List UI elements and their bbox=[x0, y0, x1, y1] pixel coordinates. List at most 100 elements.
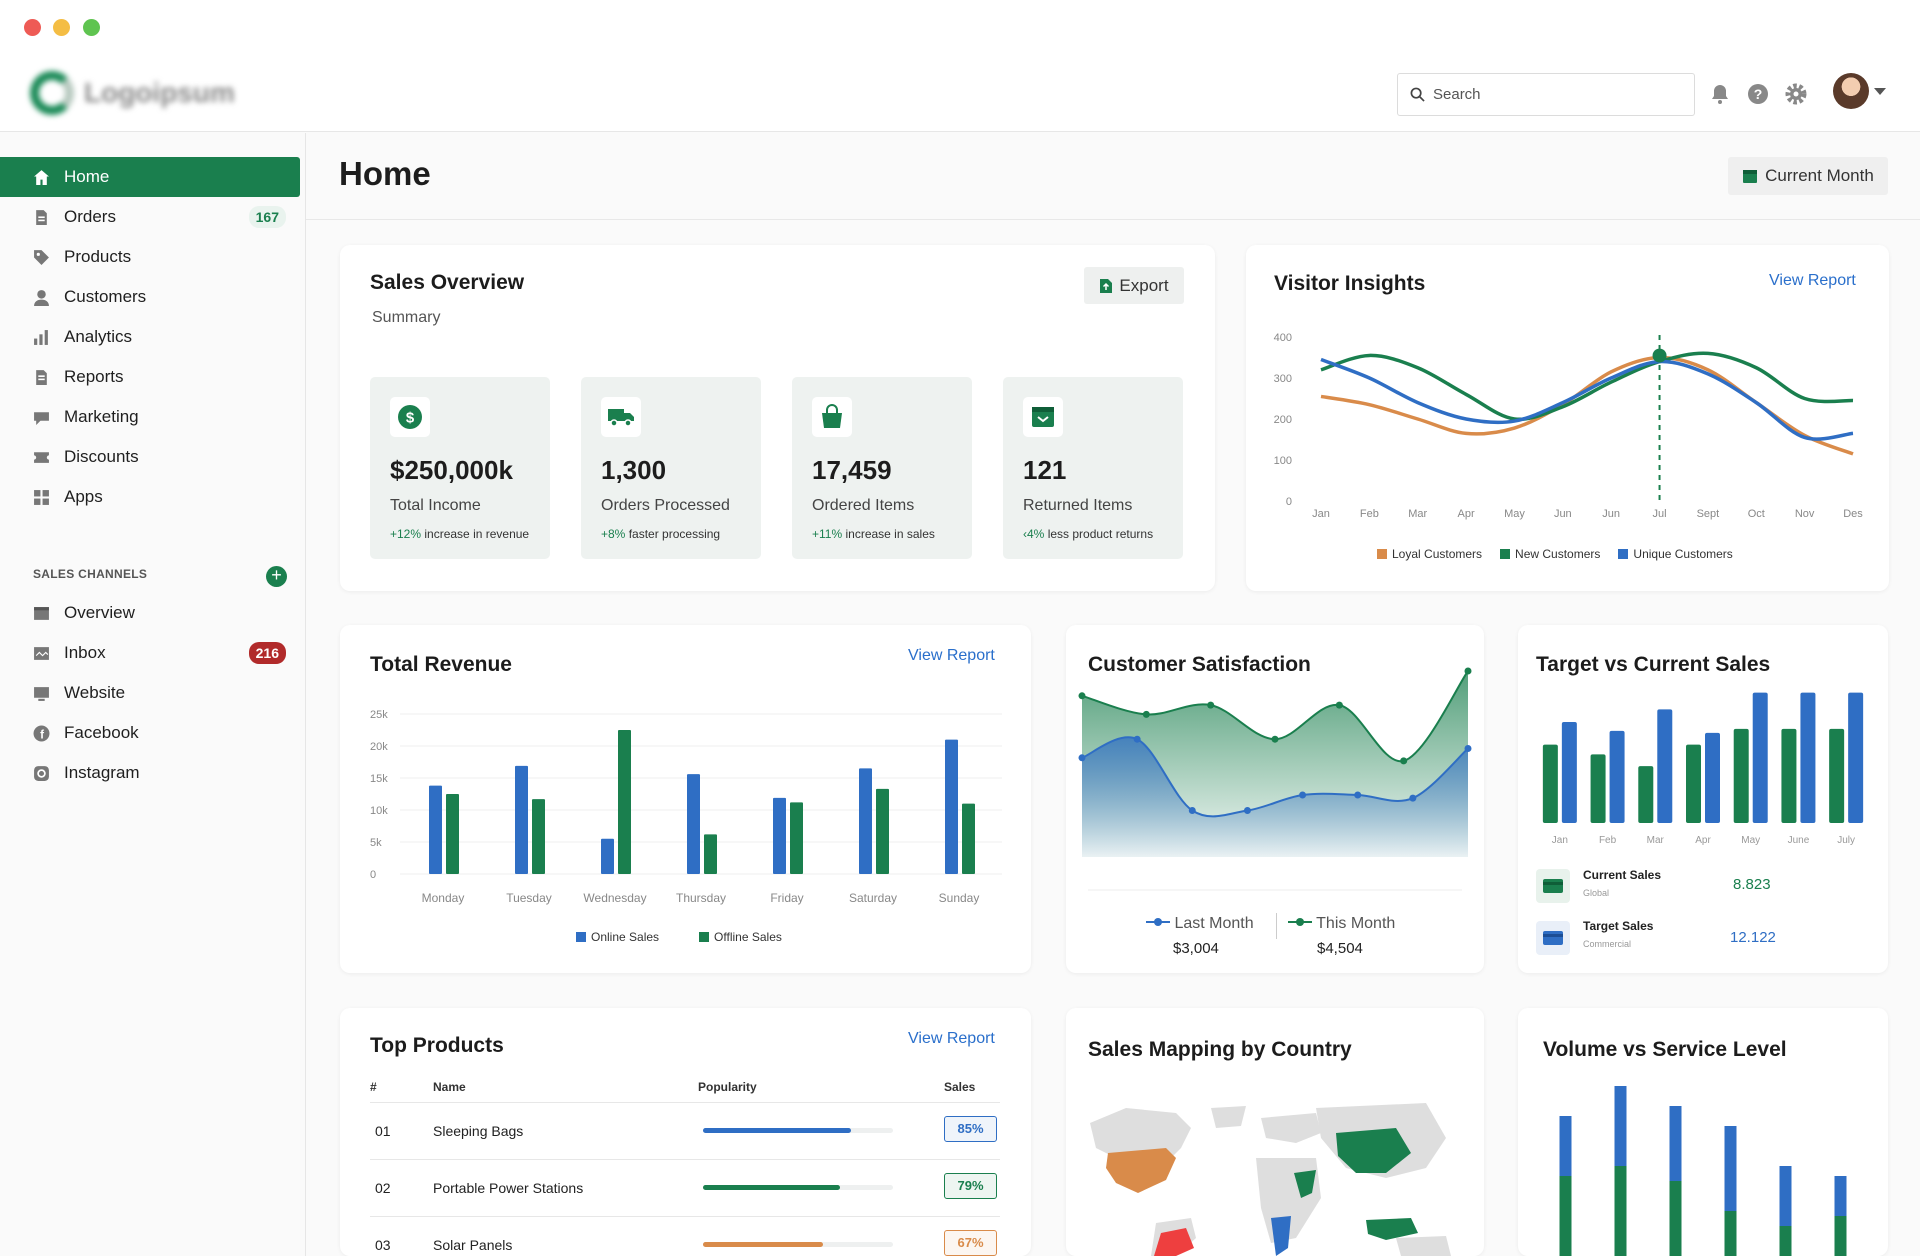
sidebar-item-discounts[interactable]: Discounts bbox=[0, 437, 300, 477]
sales-mapping-card: Sales Mapping by Country bbox=[1066, 1008, 1484, 1256]
top-products-card: Top Products View Report # Name Populari… bbox=[340, 1008, 1031, 1256]
sales-bar bbox=[1733, 728, 1749, 823]
sidebar-item-customers[interactable]: Customers bbox=[0, 277, 300, 317]
help-icon[interactable]: ? bbox=[1746, 82, 1770, 106]
sidebar-item-reports[interactable]: Reports bbox=[0, 357, 300, 397]
this-month-value: $4,504 bbox=[1317, 940, 1363, 957]
report-icon bbox=[36, 369, 47, 385]
column-header-sales: Sales bbox=[944, 1080, 976, 1094]
revenue-bar bbox=[532, 799, 545, 874]
sales-bar bbox=[1800, 692, 1816, 823]
series-line bbox=[1320, 357, 1854, 441]
line-marker-icon bbox=[1288, 918, 1312, 926]
sidebar-item-label: Analytics bbox=[64, 327, 133, 346]
y-tick-label: 300 bbox=[1274, 373, 1292, 385]
sidebar-item-orders[interactable]: Orders 167 bbox=[0, 197, 300, 237]
sidebar-item-label: Customers bbox=[64, 287, 147, 306]
search-input[interactable] bbox=[1433, 86, 1673, 103]
instagram-icon bbox=[34, 765, 49, 781]
kpi-note-text: increase in sales bbox=[845, 527, 935, 541]
map-landmass-greenland bbox=[1211, 1106, 1246, 1128]
last-month-label: Last Month bbox=[1174, 915, 1254, 932]
x-tick-label: Apr bbox=[1695, 835, 1711, 846]
popularity-bar-fill bbox=[703, 1185, 840, 1190]
sidebar-item-analytics[interactable]: Analytics bbox=[0, 317, 300, 357]
line-marker-icon bbox=[1146, 918, 1170, 926]
revenue-bar bbox=[876, 788, 889, 874]
sidebar-item-apps[interactable]: Apps bbox=[0, 477, 300, 517]
sidebar-item-marketing[interactable]: Marketing bbox=[0, 397, 300, 437]
close-window-button[interactable] bbox=[24, 19, 41, 36]
view-report-link[interactable]: View Report bbox=[908, 1030, 995, 1048]
data-point bbox=[1243, 807, 1251, 814]
sidebar-item-instagram[interactable]: Instagram bbox=[0, 753, 300, 793]
volume-service-chart bbox=[1559, 1086, 1847, 1256]
data-point bbox=[1464, 745, 1472, 752]
facebook-icon: f bbox=[33, 725, 50, 741]
bell-icon[interactable] bbox=[1708, 82, 1732, 106]
chevron-down-icon[interactable] bbox=[1874, 88, 1886, 95]
y-tick-label: 0 bbox=[1286, 496, 1292, 508]
table-row[interactable]: 03 Solar Panels 67% bbox=[370, 1216, 1000, 1256]
sidebar-item-overview[interactable]: Overview bbox=[0, 593, 300, 633]
sidebar-item-label: Overview bbox=[64, 603, 135, 622]
svg-text:$: $ bbox=[406, 410, 415, 427]
map-country-indonesia bbox=[1366, 1218, 1418, 1240]
shopping-bag-icon bbox=[812, 397, 852, 437]
x-tick-label: June bbox=[1788, 835, 1810, 846]
revenue-bar bbox=[790, 802, 803, 874]
add-channel-button[interactable]: + bbox=[266, 566, 287, 587]
window-titlebar bbox=[0, 0, 1920, 56]
header-divider bbox=[306, 219, 1920, 220]
search-box[interactable] bbox=[1397, 73, 1695, 116]
table-row[interactable]: 02 Portable Power Stations 79% bbox=[370, 1159, 1000, 1216]
svg-text:f: f bbox=[40, 728, 44, 741]
world-map bbox=[1090, 1103, 1451, 1256]
sidebar-item-label: Facebook bbox=[64, 723, 139, 742]
minimize-window-button[interactable] bbox=[53, 19, 70, 36]
revenue-bar bbox=[773, 797, 786, 874]
y-tick-label: 200 bbox=[1274, 414, 1292, 426]
user-avatar[interactable] bbox=[1833, 73, 1869, 109]
sidebar-item-facebook[interactable]: f Facebook bbox=[0, 713, 300, 753]
target-sales-label: Target Sales bbox=[1583, 919, 1654, 933]
data-point bbox=[1354, 791, 1362, 799]
legend-item: New Customers bbox=[1500, 547, 1600, 561]
logo[interactable]: Logoipsum bbox=[30, 71, 235, 115]
popularity-bar-fill bbox=[703, 1242, 823, 1247]
x-tick-label: Nov bbox=[1795, 508, 1815, 520]
sales-bar bbox=[1542, 744, 1558, 823]
current-month-button[interactable]: Current Month bbox=[1728, 157, 1888, 195]
legend-label: New Customers bbox=[1515, 547, 1601, 561]
customer-satisfaction-chart bbox=[1078, 667, 1472, 891]
data-point bbox=[1188, 807, 1196, 814]
last-month-value: $3,004 bbox=[1173, 940, 1219, 957]
export-label: Export bbox=[1119, 275, 1169, 295]
settings-gear-icon[interactable] bbox=[1784, 82, 1808, 106]
column-header-popularity: Popularity bbox=[698, 1080, 757, 1094]
logo-mark bbox=[30, 71, 74, 115]
current-sales-value: 8.823 bbox=[1733, 876, 1771, 893]
revenue-bar bbox=[601, 838, 614, 874]
total-revenue-legend: Online Sales Offline Sales bbox=[576, 930, 782, 944]
sidebar-item-home[interactable]: Home bbox=[0, 157, 300, 197]
current-sales-sub: Global bbox=[1583, 888, 1610, 898]
revenue-bar bbox=[945, 739, 958, 874]
maximize-window-button[interactable] bbox=[83, 19, 100, 36]
table-row[interactable]: 01 Sleeping Bags 85% bbox=[370, 1102, 1000, 1159]
sidebar-item-products[interactable]: Products bbox=[0, 237, 300, 277]
sales-overview-title: Sales Overview bbox=[370, 271, 525, 294]
sidebar: Home Orders 167 Products Customers Analy… bbox=[0, 133, 306, 1256]
sidebar-item-website[interactable]: Website bbox=[0, 673, 300, 713]
y-tick-label: 20k bbox=[370, 741, 388, 753]
export-button[interactable]: Export bbox=[1084, 267, 1184, 304]
data-point bbox=[1299, 791, 1307, 799]
sidebar-item-label: Discounts bbox=[64, 447, 139, 466]
sidebar-item-label: Apps bbox=[64, 487, 103, 506]
sales-bar bbox=[1752, 692, 1768, 823]
sidebar-item-inbox[interactable]: Inbox 216 bbox=[0, 633, 300, 673]
x-tick-label: Wednesday bbox=[583, 891, 646, 905]
map-landmass-australia bbox=[1396, 1236, 1451, 1256]
sales-percent-badge: 85% bbox=[944, 1116, 997, 1142]
map-landmass-europe bbox=[1261, 1113, 1321, 1143]
